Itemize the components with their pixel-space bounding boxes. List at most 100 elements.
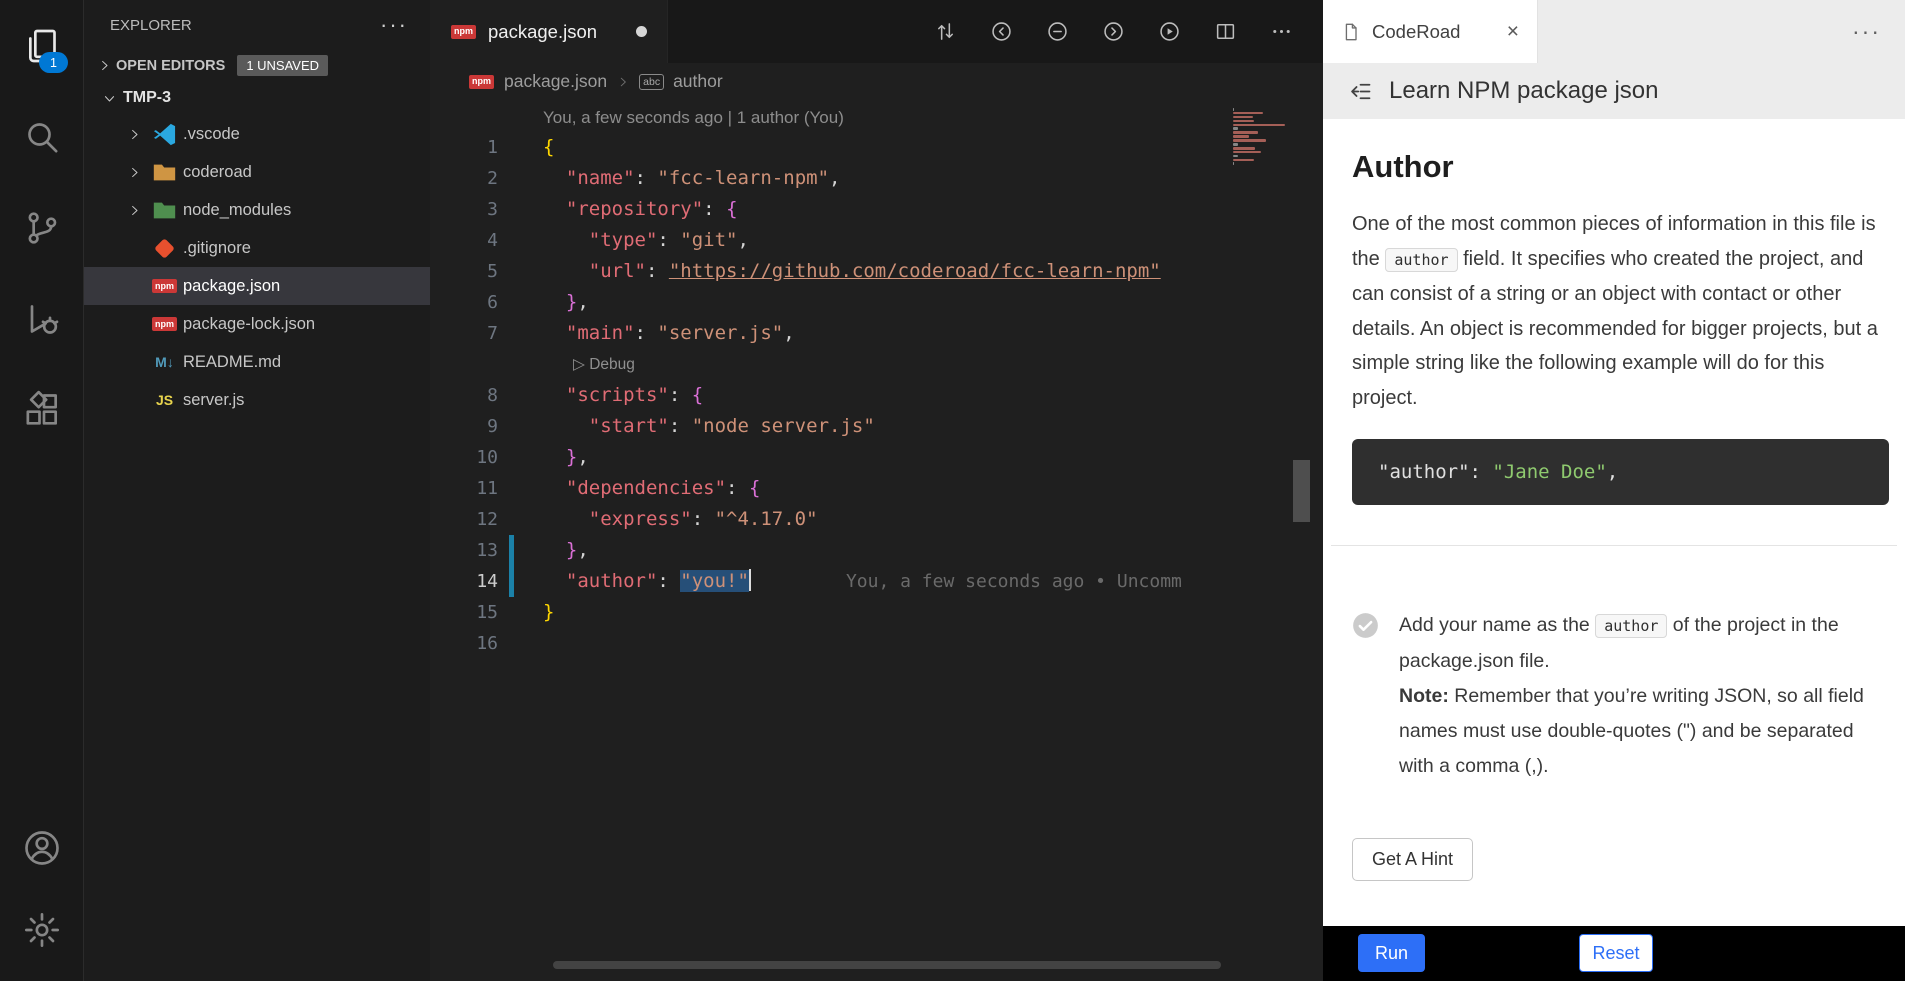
- vertical-scrollbar[interactable]: [1293, 460, 1310, 522]
- file-item-coderoad[interactable]: coderoad: [84, 153, 430, 191]
- gutter[interactable]: 3: [430, 194, 543, 225]
- activity-item-settings[interactable]: [0, 889, 83, 971]
- reset-button[interactable]: Reset: [1579, 934, 1653, 972]
- breadcrumb-file[interactable]: package.json: [504, 71, 607, 92]
- gutter[interactable]: 9: [430, 411, 543, 442]
- bold-text: Note:: [1399, 685, 1449, 707]
- back-icon[interactable]: [1347, 78, 1374, 105]
- file-item-package.json[interactable]: npmpackage.json: [84, 267, 430, 305]
- activity-item-explorer[interactable]: 1: [0, 0, 83, 91]
- run-button[interactable]: Run: [1358, 934, 1425, 972]
- code-line-11[interactable]: 11 "dependencies": {: [430, 473, 1323, 504]
- gutter[interactable]: [430, 349, 543, 380]
- code-text[interactable]: "type": "git",: [543, 225, 749, 256]
- gutter[interactable]: 13: [430, 535, 543, 566]
- tab-package-json[interactable]: npm package.json: [430, 0, 668, 63]
- gutter[interactable]: 8: [430, 380, 543, 411]
- code-line-16[interactable]: 16: [430, 628, 1323, 659]
- previous-change-icon[interactable]: [990, 20, 1013, 43]
- coderoad-panel: CodeRoad × ··· Learn NPM package json Au…: [1323, 0, 1905, 981]
- open-editors-section[interactable]: OPEN EDITORS 1 UNSAVED: [84, 50, 430, 81]
- file-item-package-lock.json[interactable]: npmpackage-lock.json: [84, 305, 430, 343]
- code-text[interactable]: "url": "https://github.com/coderoad/fcc-…: [543, 256, 1161, 287]
- code-text[interactable]: "main": "server.js",: [543, 318, 795, 349]
- gutter[interactable]: 6: [430, 287, 543, 318]
- discard-change-icon[interactable]: [1046, 20, 1069, 43]
- horizontal-scrollbar[interactable]: [553, 961, 1221, 969]
- next-change-icon: [1102, 20, 1125, 43]
- more-actions-icon[interactable]: [1270, 20, 1293, 43]
- minimap[interactable]: [1233, 108, 1287, 166]
- activity-item-search[interactable]: [0, 91, 83, 182]
- gutter[interactable]: 7: [430, 318, 543, 349]
- gutter[interactable]: 2: [430, 163, 543, 194]
- activity-bar-top: 1: [0, 0, 83, 455]
- code-line-13[interactable]: 13 },: [430, 535, 1323, 566]
- code-line-4[interactable]: 4 "type": "git",: [430, 225, 1323, 256]
- activity-item-extensions[interactable]: [0, 364, 83, 455]
- code-line-8[interactable]: 8 "scripts": {: [430, 380, 1323, 411]
- debug-codelens[interactable]: ▷ Debug: [573, 349, 635, 380]
- code-text[interactable]: }: [543, 597, 554, 628]
- code-line-10[interactable]: 10 },: [430, 442, 1323, 473]
- code-line-7[interactable]: 7 "main": "server.js",: [430, 318, 1323, 349]
- code-text[interactable]: "author": "you!"You, a few seconds ago •…: [543, 566, 1182, 597]
- task-check-icon: [1352, 612, 1379, 639]
- gutter[interactable]: 10: [430, 442, 543, 473]
- panel-more-actions-icon[interactable]: ···: [1852, 18, 1881, 45]
- gutter[interactable]: 15: [430, 597, 543, 628]
- code-text[interactable]: "dependencies": {: [543, 473, 760, 504]
- breadcrumb[interactable]: npm package.json abc author: [430, 63, 1323, 100]
- code-line-6[interactable]: 6 },: [430, 287, 1323, 318]
- split-editor-icon[interactable]: [1214, 20, 1237, 43]
- file-item-server.js[interactable]: JSserver.js: [84, 381, 430, 419]
- activity-item-run-debug[interactable]: [0, 273, 83, 364]
- code-text[interactable]: "scripts": {: [543, 380, 703, 411]
- open-changes-icon[interactable]: [934, 20, 957, 43]
- codelens-row[interactable]: ▷ Debug: [430, 349, 1323, 380]
- code-text[interactable]: {: [543, 132, 554, 163]
- get-hint-button[interactable]: Get A Hint: [1352, 838, 1473, 881]
- code-line-15[interactable]: 15}: [430, 597, 1323, 628]
- code-text[interactable]: "repository": {: [543, 194, 738, 225]
- code-line-5[interactable]: 5 "url": "https://github.com/coderoad/fc…: [430, 256, 1323, 287]
- code-line-1[interactable]: 1{: [430, 132, 1323, 163]
- run-file-icon[interactable]: [1158, 20, 1181, 43]
- code-text[interactable]: },: [543, 287, 589, 318]
- gutter[interactable]: 14: [430, 566, 543, 597]
- line-number: 5: [430, 256, 498, 287]
- gutter[interactable]: 5: [430, 256, 543, 287]
- file-item-README.md[interactable]: M↓README.md: [84, 343, 430, 381]
- gutter[interactable]: 1: [430, 132, 543, 163]
- gutter[interactable]: 11: [430, 473, 543, 504]
- activity-item-source-control[interactable]: [0, 182, 83, 273]
- code-line-9[interactable]: 9 "start": "node server.js": [430, 411, 1323, 442]
- tab-coderoad[interactable]: CodeRoad ×: [1323, 0, 1538, 63]
- file-item-.vscode[interactable]: .vscode: [84, 115, 430, 153]
- code-text[interactable]: "start": "node server.js": [543, 411, 875, 442]
- gutter[interactable]: 12: [430, 504, 543, 535]
- modified-dot-icon[interactable]: [636, 26, 647, 37]
- code-line-12[interactable]: 12 "express": "^4.17.0": [430, 504, 1323, 535]
- gutter[interactable]: 4: [430, 225, 543, 256]
- blame-annotation[interactable]: You, a few seconds ago | 1 author (You): [543, 106, 1323, 130]
- file-item-.gitignore[interactable]: .gitignore: [84, 229, 430, 267]
- next-change-icon[interactable]: [1102, 20, 1125, 43]
- code-text[interactable]: "name": "fcc-learn-npm",: [543, 163, 840, 194]
- activity-item-account[interactable]: [0, 807, 83, 889]
- breadcrumb-symbol[interactable]: author: [673, 71, 723, 92]
- close-icon[interactable]: ×: [1507, 20, 1519, 44]
- code-line-2[interactable]: 2 "name": "fcc-learn-npm",: [430, 163, 1323, 194]
- code-text[interactable]: },: [543, 535, 589, 566]
- code-editor[interactable]: You, a few seconds ago | 1 author (You) …: [430, 100, 1323, 981]
- inline-code-chip: author: [1595, 614, 1667, 638]
- code-text[interactable]: "express": "^4.17.0": [543, 504, 818, 535]
- code-text[interactable]: },: [543, 442, 589, 473]
- code-line-3[interactable]: 3 "repository": {: [430, 194, 1323, 225]
- code-line-14[interactable]: 14 "author": "you!"You, a few seconds ag…: [430, 566, 1323, 597]
- file-item-node_modules[interactable]: node_modules: [84, 191, 430, 229]
- editor-tabstrip: npm package.json: [430, 0, 1323, 63]
- explorer-more-actions-icon[interactable]: ···: [380, 12, 408, 38]
- workspace-root[interactable]: TMP-3: [84, 81, 430, 115]
- gutter[interactable]: 16: [430, 628, 543, 659]
